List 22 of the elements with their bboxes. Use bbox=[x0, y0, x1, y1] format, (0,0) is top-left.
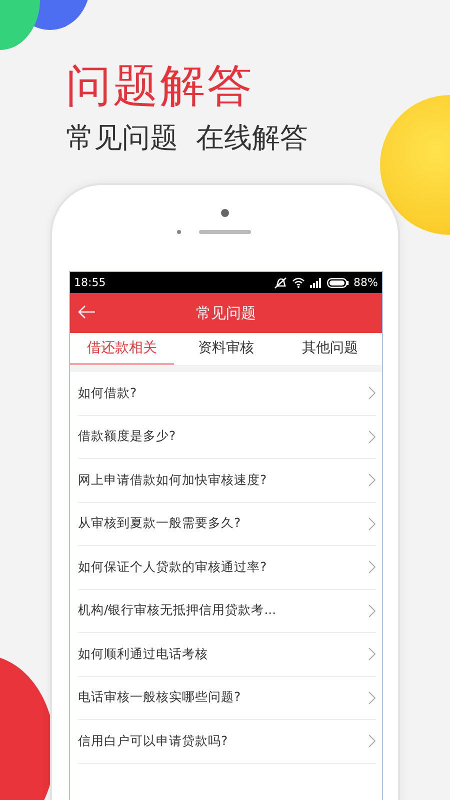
battery-icon bbox=[326, 278, 349, 288]
chevron-icon bbox=[368, 473, 376, 488]
nav-title: 常见问题 bbox=[196, 304, 256, 322]
chevron-icon bbox=[368, 386, 376, 400]
status-time: 18:55 bbox=[74, 276, 106, 289]
chevron-icon bbox=[368, 690, 376, 705]
battery-level: 88% bbox=[354, 276, 378, 289]
camera-icon bbox=[221, 209, 229, 217]
chevron-icon bbox=[368, 516, 376, 531]
headline: 问题解答 bbox=[66, 58, 255, 114]
chevron-icon bbox=[368, 560, 376, 574]
sensor-icon bbox=[177, 230, 181, 234]
speaker-icon bbox=[199, 230, 251, 234]
chevron-icon bbox=[368, 647, 376, 662]
chevron-icon bbox=[368, 734, 376, 748]
back-button[interactable] bbox=[78, 305, 96, 319]
subheadline: 常见问题 在线解答 bbox=[66, 120, 309, 156]
wifi-icon bbox=[292, 277, 305, 288]
chevron-icon bbox=[368, 604, 376, 618]
chevron-icon bbox=[368, 430, 376, 444]
mute-icon bbox=[274, 276, 287, 288]
signal-icon bbox=[310, 278, 322, 288]
